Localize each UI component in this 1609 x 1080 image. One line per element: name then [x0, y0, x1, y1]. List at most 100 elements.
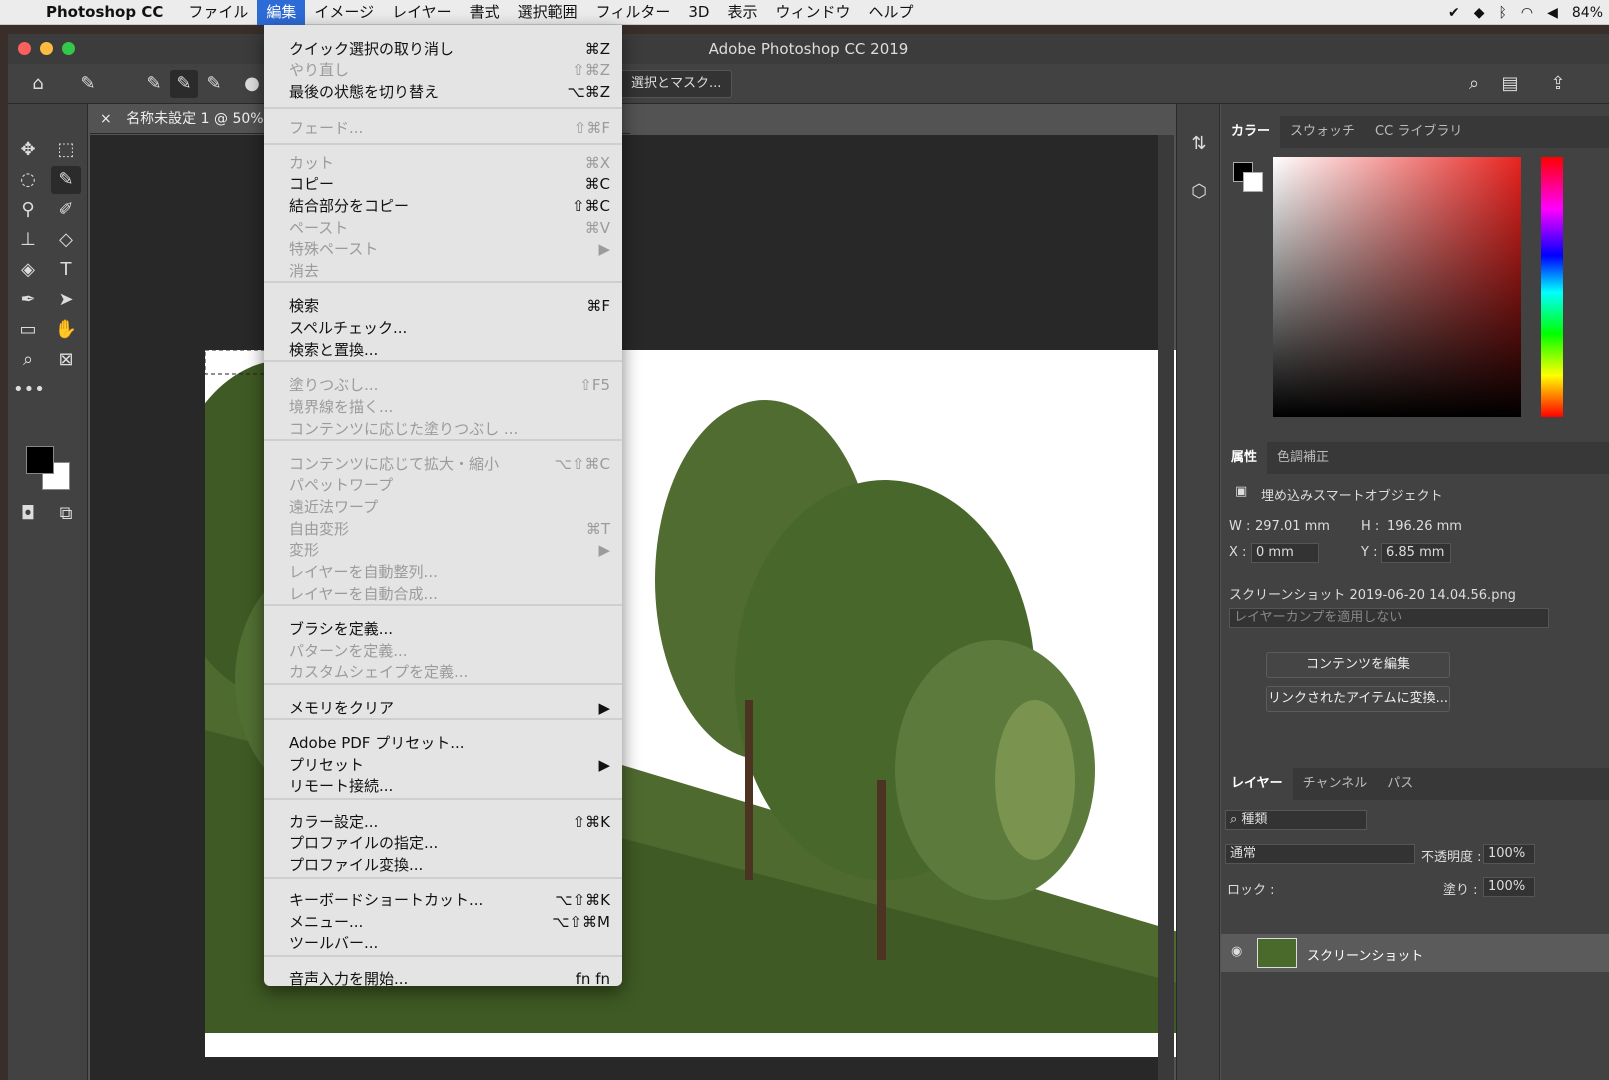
tab-adjustments[interactable]: 色調補正: [1267, 442, 1339, 474]
menu-item-presets[interactable]: プリセット ▶: [264, 755, 622, 776]
vertical-scrollbar[interactable]: [1158, 135, 1174, 1080]
frame-tool-icon[interactable]: ⊠: [51, 346, 81, 374]
rectangle-tool-icon[interactable]: ▭: [13, 316, 43, 344]
subtract-selection-icon[interactable]: ✎: [200, 70, 228, 98]
move-tool-icon[interactable]: ✥: [13, 136, 43, 164]
convert-linked-button[interactable]: リンクされたアイテムに変換...: [1266, 686, 1450, 712]
app-menu[interactable]: Photoshop CC: [46, 3, 163, 21]
menu-select[interactable]: 選択範囲: [509, 0, 587, 25]
layer-row[interactable]: ◉ スクリーンショット: [1221, 934, 1609, 972]
layer-comp-select[interactable]: レイヤーカンプを適用しない: [1229, 608, 1549, 628]
blend-mode-select[interactable]: 通常: [1225, 844, 1415, 864]
brush-size-icon[interactable]: ●: [238, 70, 266, 98]
tab-swatches[interactable]: スウォッチ: [1280, 116, 1365, 148]
tab-layers[interactable]: レイヤー: [1221, 768, 1293, 800]
history-icon[interactable]: ⇅: [1184, 130, 1214, 158]
brush-preset-icon[interactable]: ✎: [74, 70, 102, 98]
opacity-field[interactable]: 100%: [1483, 844, 1535, 864]
menu-item-toolbar[interactable]: ツールバー...: [264, 933, 622, 954]
bluetooth-icon[interactable]: ᛒ: [1498, 5, 1506, 21]
menu-item-spell-check[interactable]: スペルチェック...: [264, 318, 622, 339]
layer-filter-select[interactable]: ⌕ 種類: [1225, 810, 1367, 830]
menu-file[interactable]: ファイル: [179, 0, 257, 25]
x-field[interactable]: 0 mm: [1251, 543, 1319, 563]
menu-item-purge[interactable]: メモリをクリア ▶: [264, 698, 622, 719]
pen-tool-icon[interactable]: ✒: [13, 286, 43, 314]
menu-filter[interactable]: フィルター: [587, 0, 680, 25]
home-icon[interactable]: ⌂: [24, 70, 52, 98]
brush-tool-icon[interactable]: ✐: [51, 196, 81, 224]
foreground-color-swatch[interactable]: [26, 446, 54, 474]
menu-item-remote-connections[interactable]: リモート接続...: [264, 776, 622, 797]
menu-item-copy-merged[interactable]: 結合部分をコピー ⇧⌘C: [264, 196, 622, 217]
fill-field[interactable]: 100%: [1483, 877, 1535, 897]
menu-item-search[interactable]: 検索 ⌘F: [264, 296, 622, 317]
tab-color[interactable]: カラー: [1221, 116, 1281, 148]
menu-item-toggle-last-state[interactable]: 最後の状態を切り替え ⌥⌘Z: [264, 82, 622, 103]
menu-item-copy[interactable]: コピー ⌘C: [264, 174, 622, 195]
tab-channels[interactable]: チャンネル: [1293, 768, 1378, 800]
menu-item-define-brush[interactable]: ブラシを定義...: [264, 619, 622, 640]
tab-properties[interactable]: 属性: [1221, 442, 1268, 474]
share-icon[interactable]: ⇪: [1544, 70, 1572, 98]
wifi-icon[interactable]: ◠: [1521, 5, 1533, 21]
menu-type[interactable]: 書式: [461, 0, 509, 25]
menu-view[interactable]: 表示: [718, 0, 766, 25]
gradient-tool-icon[interactable]: ◈: [13, 256, 43, 284]
close-tab-icon[interactable]: ×: [100, 111, 112, 127]
new-selection-icon[interactable]: ✎: [140, 70, 168, 98]
menu-item-keyboard-shortcuts[interactable]: キーボードショートカット... ⌥⇧⌘K: [264, 890, 622, 911]
add-selection-icon[interactable]: ✎: [170, 70, 198, 98]
height-value[interactable]: 196.26 mm: [1387, 519, 1462, 534]
menu-edit[interactable]: 編集: [257, 0, 306, 25]
search-icon[interactable]: ⌕: [1460, 70, 1488, 98]
menu-item-color-settings[interactable]: カラー設定... ⇧⌘K: [264, 812, 622, 833]
menu-layer[interactable]: レイヤー: [383, 0, 461, 25]
menu-item-pdf-presets[interactable]: Adobe PDF プリセット...: [264, 733, 622, 754]
more-tools-icon[interactable]: •••: [13, 376, 45, 404]
zoom-icon[interactable]: [62, 42, 75, 55]
workspace-icon[interactable]: ▤: [1496, 70, 1524, 98]
tab-paths[interactable]: パス: [1377, 768, 1423, 800]
canvas-area[interactable]: [90, 135, 1205, 1080]
menu-help[interactable]: ヘルプ: [860, 0, 923, 25]
quick-mask-icon[interactable]: ◘: [13, 500, 43, 528]
layer-name[interactable]: スクリーンショット: [1307, 945, 1423, 964]
path-selection-tool-icon[interactable]: ➤: [51, 286, 81, 314]
tab-cc-libraries[interactable]: CC ライブラリ: [1365, 116, 1472, 148]
quick-selection-tool-icon[interactable]: ✎: [51, 166, 81, 194]
menu-item-undo[interactable]: クイック選択の取り消し ⌘Z: [264, 39, 622, 60]
screen-mode-icon[interactable]: ⧉: [51, 500, 81, 528]
width-value[interactable]: 297.01 mm: [1255, 519, 1330, 534]
menu-item-assign-profile[interactable]: プロファイルの指定...: [264, 833, 622, 854]
check-icon[interactable]: ✔: [1448, 5, 1460, 21]
zoom-tool-icon[interactable]: ⌕: [13, 346, 43, 374]
color-panel-bg-swatch[interactable]: [1243, 172, 1263, 192]
menu-item-start-dictation[interactable]: 音声入力を開始... fn fn: [264, 969, 622, 990]
menu-3d[interactable]: 3D: [679, 0, 718, 25]
type-tool-icon[interactable]: T: [51, 256, 81, 284]
lasso-tool-icon[interactable]: ◌: [13, 166, 43, 194]
menu-item-find-replace[interactable]: 検索と置換...: [264, 340, 622, 361]
3d-cube-icon[interactable]: ⬡: [1184, 178, 1214, 206]
eyedropper-tool-icon[interactable]: ⚲: [13, 196, 43, 224]
y-field[interactable]: 6.85 mm: [1381, 543, 1451, 563]
close-icon[interactable]: [18, 42, 31, 55]
eraser-tool-icon[interactable]: ◇: [51, 226, 81, 254]
menu-image[interactable]: イメージ: [305, 0, 383, 25]
minimize-icon[interactable]: [40, 42, 53, 55]
stamp-tool-icon[interactable]: ⊥: [13, 226, 43, 254]
hand-tool-icon[interactable]: ✋: [51, 316, 81, 344]
eye-icon[interactable]: ◉: [1231, 944, 1242, 959]
marquee-tool-icon[interactable]: ⬚: [51, 136, 81, 164]
color-picker-field[interactable]: [1273, 157, 1521, 417]
battery-label[interactable]: 84%: [1572, 5, 1603, 21]
hue-slider[interactable]: [1541, 157, 1563, 417]
menu-item-convert-profile[interactable]: プロファイル変換...: [264, 855, 622, 876]
menu-item-menus[interactable]: メニュー... ⌥⇧⌘M: [264, 912, 622, 933]
select-and-mask-button[interactable]: 選択とマスク...: [620, 70, 733, 98]
volume-icon[interactable]: ◀: [1547, 5, 1558, 21]
menu-window[interactable]: ウィンドウ: [766, 0, 859, 25]
edit-contents-button[interactable]: コンテンツを編集: [1266, 652, 1450, 678]
dropbox-icon[interactable]: ◆: [1474, 5, 1485, 21]
